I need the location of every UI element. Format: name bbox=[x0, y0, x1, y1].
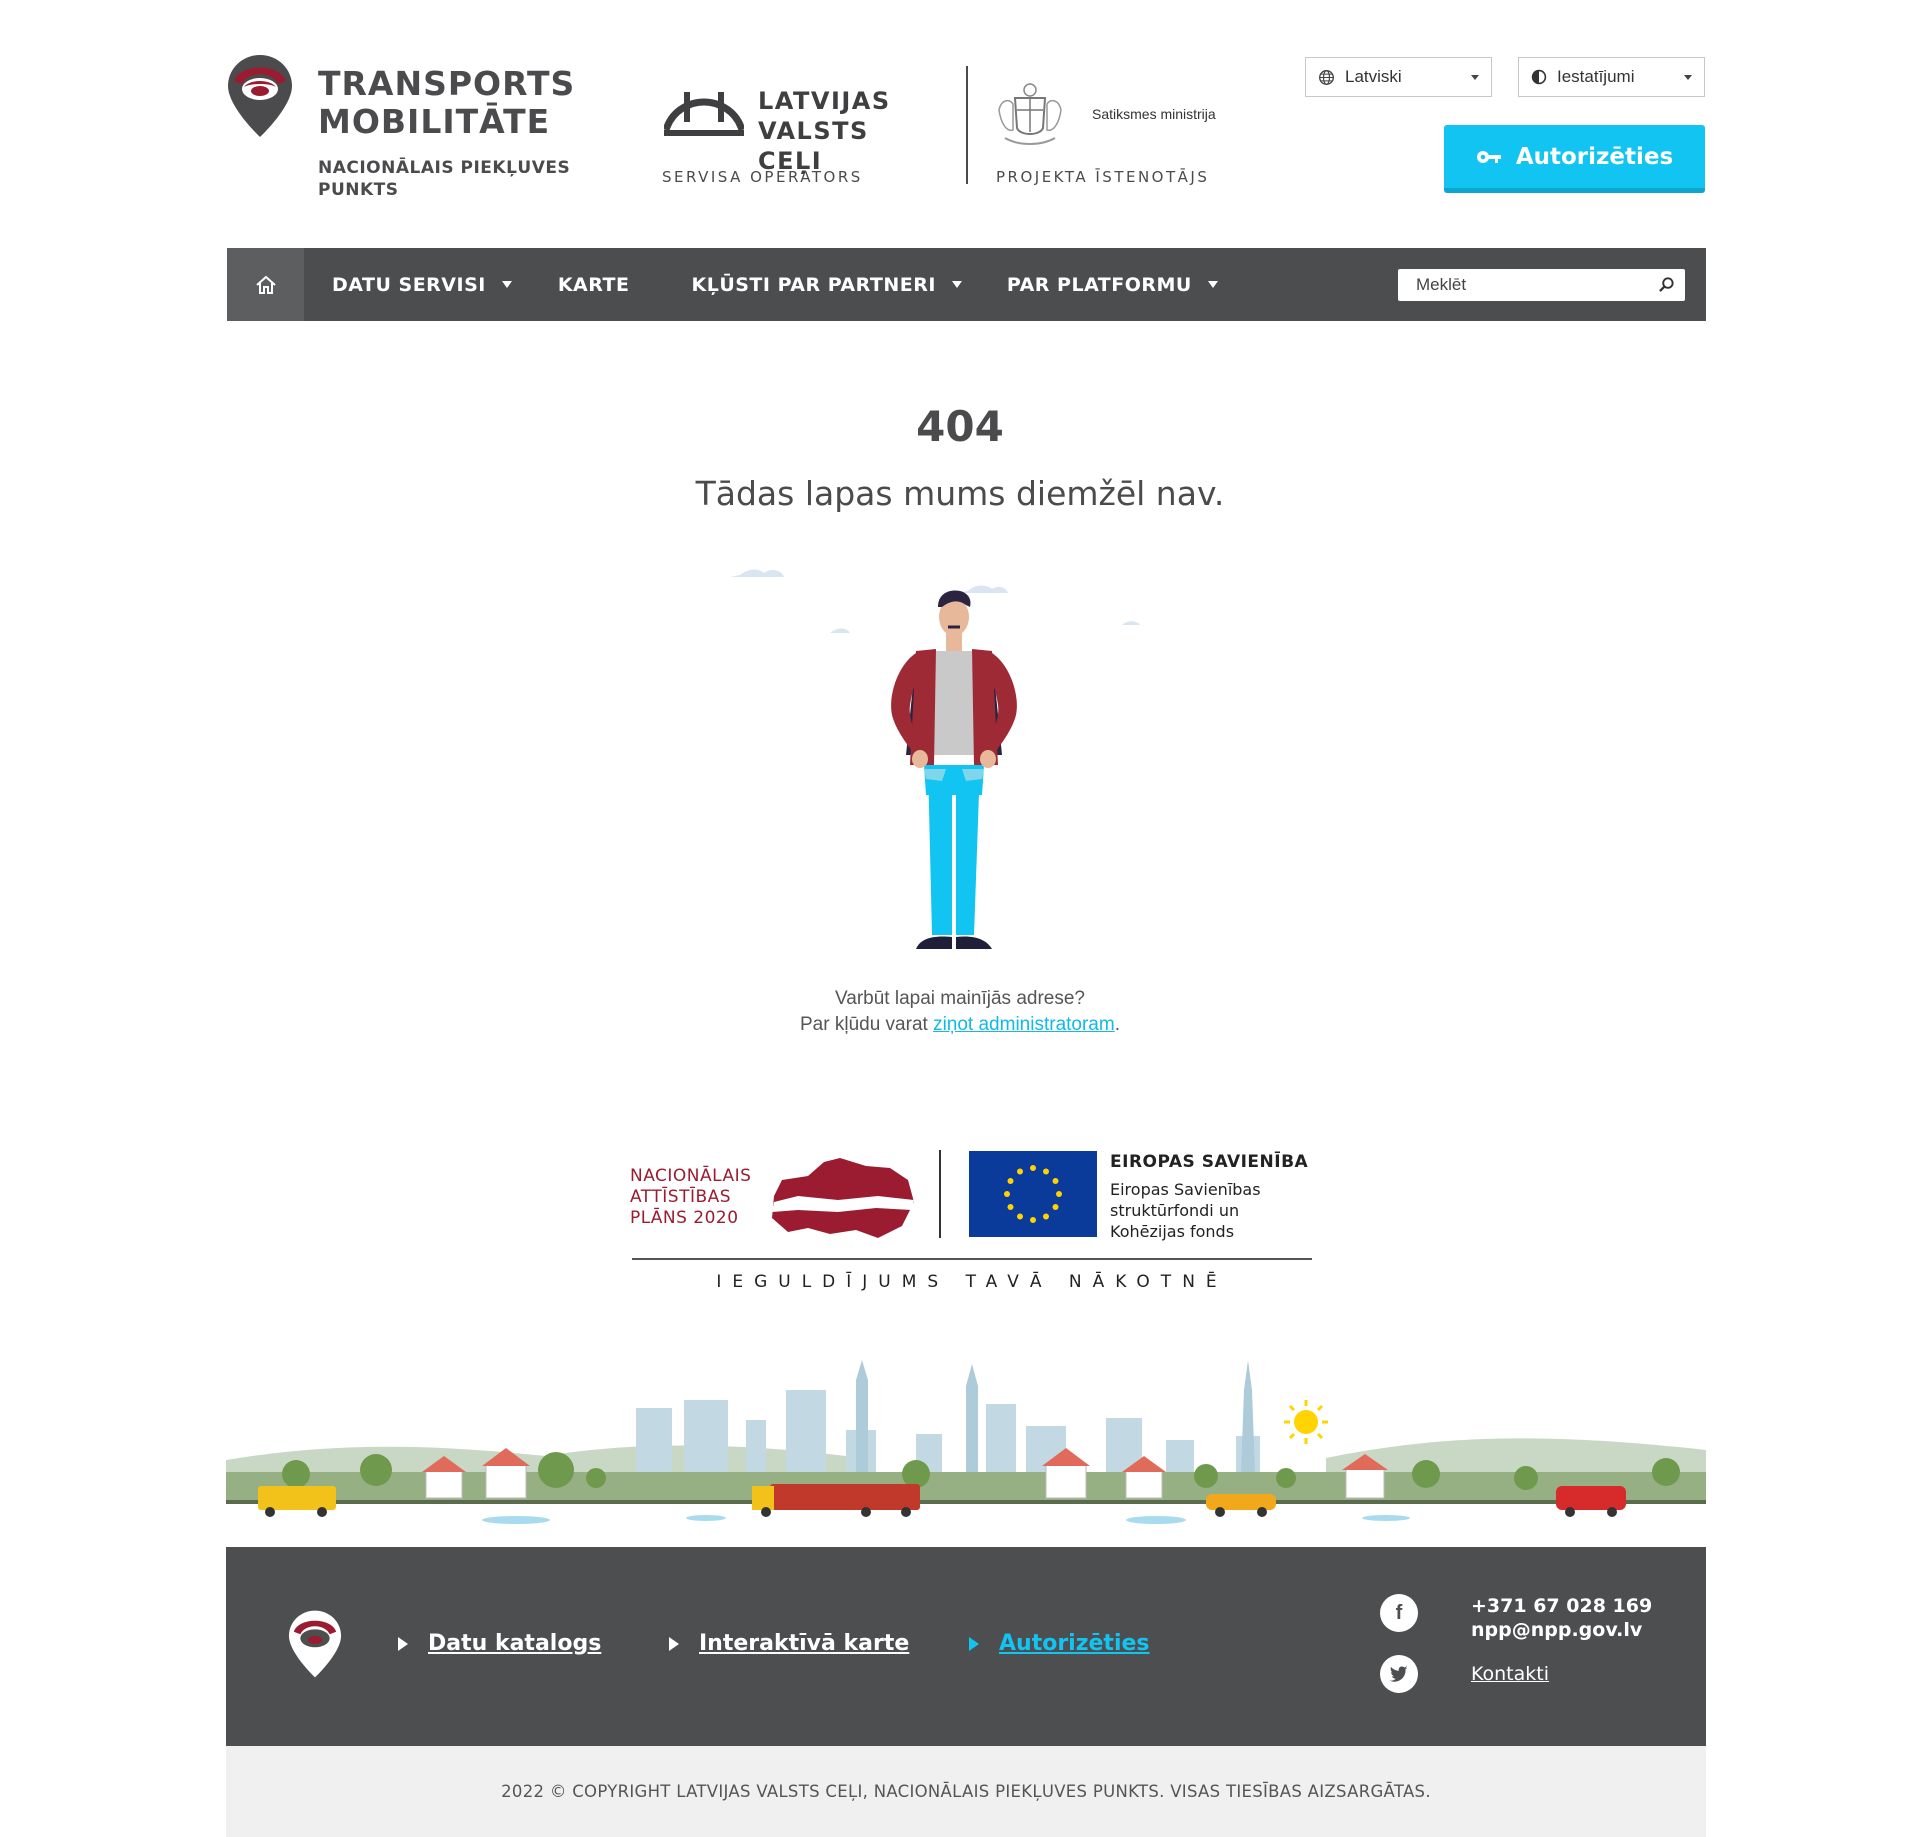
chevron-down-icon bbox=[1684, 74, 1692, 80]
settings-select[interactable]: Iestatījumi bbox=[1518, 57, 1705, 97]
nap-title-line1: NACIONĀLAIS bbox=[630, 1166, 752, 1186]
brand-subtitle-line1: NACIONĀLAIS PIEKĻUVES bbox=[318, 158, 571, 178]
nav-item-label: KARTE bbox=[557, 273, 630, 296]
footer-link-interactive-map[interactable]: Interaktīvā karte bbox=[669, 1631, 909, 1656]
nap-title-line2: ATTĪSTĪBAS bbox=[630, 1187, 732, 1207]
operator-logo[interactable]: LATVIJAS VALSTS CEĻI SERVISA OPERATORS bbox=[662, 86, 942, 190]
cityscape-illustration bbox=[226, 1360, 1706, 1524]
eu-flag-icon bbox=[969, 1151, 1097, 1237]
chevron-down-icon bbox=[1471, 74, 1479, 80]
brand-title-line2: MOBILITĀTE bbox=[318, 102, 551, 141]
ministry-caption: PROJEKTA ĪSTENOTĀJS bbox=[996, 168, 1210, 186]
eu-subtitle-line1: Eiropas Savienības bbox=[1110, 1180, 1261, 1199]
hint-suffix: . bbox=[1114, 1014, 1120, 1035]
language-select[interactable]: Latviski bbox=[1305, 57, 1492, 97]
nap-title-line3: PLĀNS 2020 bbox=[630, 1208, 739, 1228]
facebook-icon[interactable]: f bbox=[1380, 1594, 1418, 1632]
main-navigation: DATU SERVISI KARTE KĻŪSTI PAR PARTNERI P… bbox=[227, 248, 1706, 321]
latvia-map-flag-icon bbox=[772, 1158, 914, 1238]
login-button[interactable]: Autorizēties bbox=[1444, 125, 1705, 193]
contacts-link[interactable]: Kontakti bbox=[1471, 1663, 1549, 1685]
hint-line-2: Par kļūdu varat ziņot administratoram. bbox=[0, 1012, 1920, 1038]
caret-down-icon bbox=[951, 281, 962, 288]
twitter-icon[interactable] bbox=[1380, 1655, 1418, 1693]
language-select-value: Latviski bbox=[1345, 67, 1402, 86]
arrow-right-icon bbox=[669, 1636, 679, 1651]
arrow-right-icon bbox=[398, 1636, 408, 1651]
nav-item-map[interactable]: KARTE bbox=[558, 274, 630, 296]
report-admin-link[interactable]: ziņot administratoram bbox=[933, 1014, 1115, 1035]
copyright-text: 2022 © COPYRIGHT LATVIJAS VALSTS CEĻI, N… bbox=[501, 1782, 1431, 1801]
caret-down-icon bbox=[501, 281, 512, 288]
search-icon[interactable] bbox=[1658, 276, 1675, 293]
contrast-icon bbox=[1531, 69, 1547, 85]
slogan-rule bbox=[632, 1258, 1312, 1260]
nav-item-about-platform[interactable]: PAR PLATFORMU bbox=[1007, 274, 1218, 296]
site-logo[interactable]: TRANSPORTS MOBILITĀTE NACIONĀLAIS PIEKĻU… bbox=[226, 53, 596, 203]
hint-line-1: Varbūt lapai mainījās adrese? bbox=[835, 988, 1085, 1009]
map-pin-logo-icon bbox=[228, 55, 292, 137]
slogan: IEGULDĪJUMS TAVĀ NĀKOTNĒ bbox=[716, 1272, 1228, 1292]
search-input[interactable] bbox=[1416, 274, 1658, 295]
key-icon bbox=[1476, 150, 1501, 163]
lvc-bridge-icon bbox=[664, 92, 744, 136]
error-code: 404 bbox=[916, 402, 1004, 451]
login-button-label: Autorizēties bbox=[1515, 143, 1674, 170]
ministry-name: Satiksmes ministrija bbox=[1092, 106, 1216, 122]
footer-link-label: Interaktīvā karte bbox=[699, 1631, 910, 1656]
copyright-bar: 2022 © COPYRIGHT LATVIJAS VALSTS CEĻI, N… bbox=[226, 1746, 1706, 1837]
nav-item-become-partner[interactable]: KĻŪSTI PAR PARTNERI bbox=[691, 273, 962, 296]
eu-subtitle-line3: Kohēzijas fonds bbox=[1110, 1222, 1235, 1241]
funding-logos: NACIONĀLAIS ATTĪSTĪBAS PLĀNS 2020 EIROPA… bbox=[620, 1150, 1320, 1310]
nav-item-label: DATU SERVISI bbox=[332, 273, 486, 296]
error-message: Tādas lapas mums diemžēl nav. bbox=[695, 474, 1225, 513]
brand-subtitle-line2: PUNKTS bbox=[318, 180, 399, 200]
search-box bbox=[1398, 268, 1685, 301]
nav-item-label: KĻŪSTI PAR PARTNERI bbox=[691, 273, 936, 296]
eu-subtitle-line2: struktūrfondi un bbox=[1110, 1201, 1240, 1220]
arrow-right-icon bbox=[969, 1636, 979, 1651]
footer-logo-icon[interactable] bbox=[286, 1609, 344, 1679]
hint-prefix: Par kļūdu varat bbox=[800, 1014, 934, 1035]
nav-item-data-services[interactable]: DATU SERVISI bbox=[332, 274, 512, 296]
eu-title: EIROPAS SAVIENĪBA bbox=[1110, 1152, 1309, 1172]
settings-select-value: Iestatījumi bbox=[1557, 67, 1635, 86]
operator-name-line1: LATVIJAS bbox=[758, 87, 891, 115]
footer: Datu katalogs Interaktīvā karte Autorizē… bbox=[226, 1547, 1706, 1746]
contact-phone[interactable]: +371 67 028 169 bbox=[1471, 1594, 1652, 1618]
operator-name-line2: VALSTS CEĻI bbox=[758, 117, 869, 175]
brand-title-line1: TRANSPORTS bbox=[318, 64, 576, 103]
home-icon bbox=[255, 275, 276, 294]
footer-link-label: Autorizēties bbox=[999, 1631, 1150, 1656]
globe-icon bbox=[1319, 69, 1334, 85]
coat-of-arms-icon bbox=[998, 83, 1062, 145]
empty-pockets-illustration bbox=[730, 569, 1152, 949]
caret-down-icon bbox=[1207, 281, 1218, 288]
operator-caption: SERVISA OPERATORS bbox=[662, 168, 863, 186]
contact-email[interactable]: npp@npp.gov.lv bbox=[1471, 1618, 1642, 1642]
ministry-logo[interactable]: Satiksmes ministrija PROJEKTA ĪSTENOTĀJS bbox=[995, 80, 1265, 190]
footer-link-data-catalog[interactable]: Datu katalogs bbox=[398, 1631, 601, 1656]
footer-link-login[interactable]: Autorizēties bbox=[969, 1631, 1150, 1656]
funding-divider bbox=[939, 1150, 941, 1238]
footer-link-label: Datu katalogs bbox=[428, 1631, 602, 1656]
header-divider bbox=[966, 66, 968, 184]
home-button[interactable] bbox=[227, 248, 304, 321]
nav-item-label: PAR PLATFORMU bbox=[1006, 273, 1192, 296]
